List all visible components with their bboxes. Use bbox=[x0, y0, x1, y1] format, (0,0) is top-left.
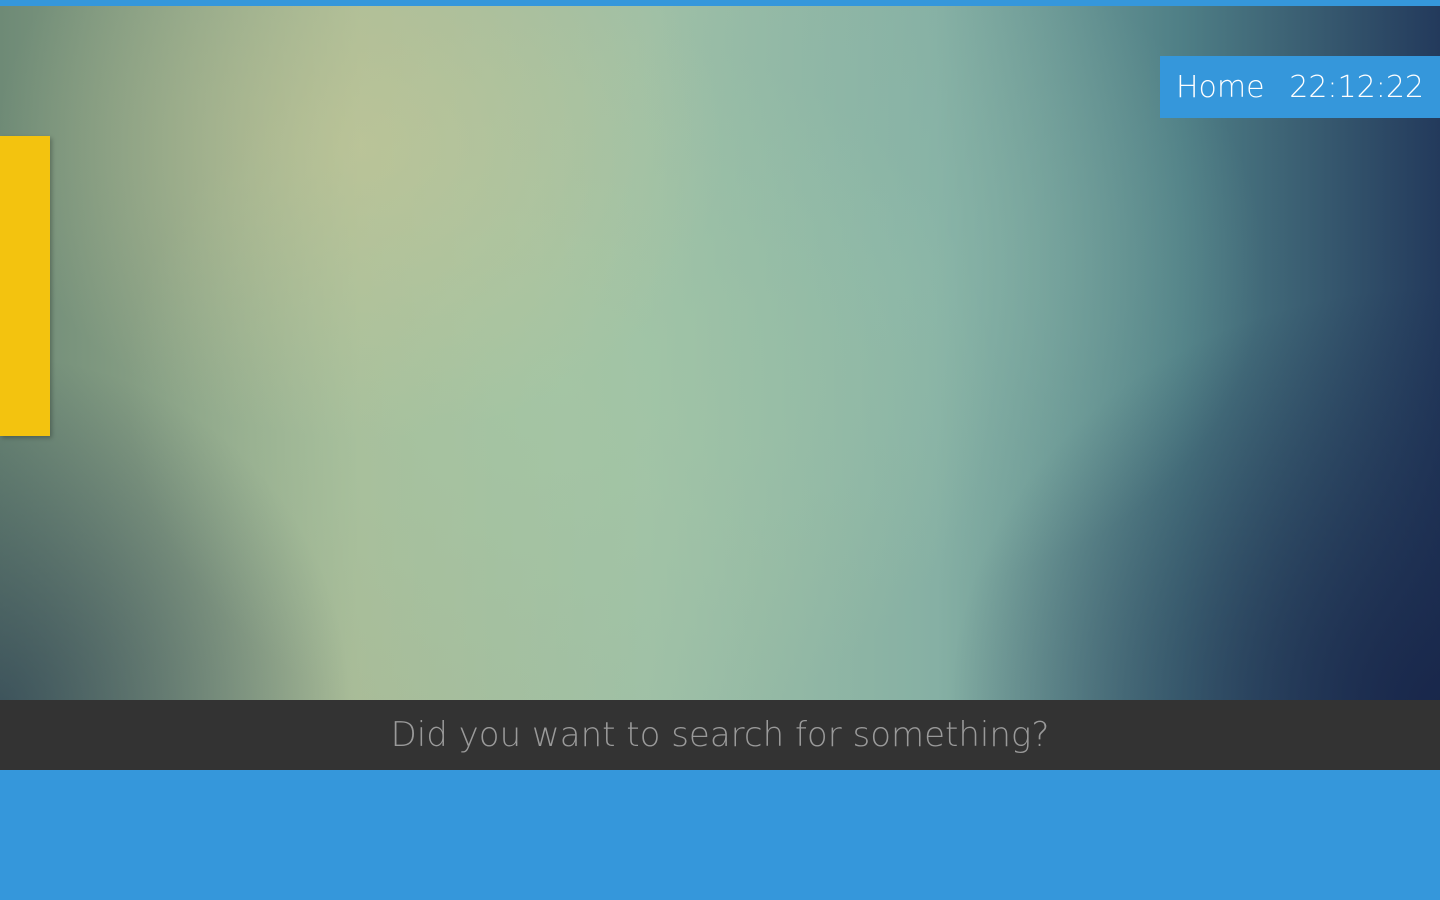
media-center-home-screen: Home 22:12:22 Did you want to search for… bbox=[0, 0, 1440, 900]
clock: 22:12:22 bbox=[1289, 69, 1424, 105]
header-status-box: Home 22:12:22 bbox=[1160, 56, 1440, 118]
side-menu-tab[interactable] bbox=[0, 136, 50, 436]
location-label: Home bbox=[1176, 69, 1265, 105]
top-accent-strip bbox=[0, 0, 1440, 6]
bottom-panel bbox=[0, 770, 1440, 900]
search-prompt[interactable]: Did you want to search for something? bbox=[391, 715, 1050, 755]
search-bar[interactable]: Did you want to search for something? bbox=[0, 700, 1440, 770]
